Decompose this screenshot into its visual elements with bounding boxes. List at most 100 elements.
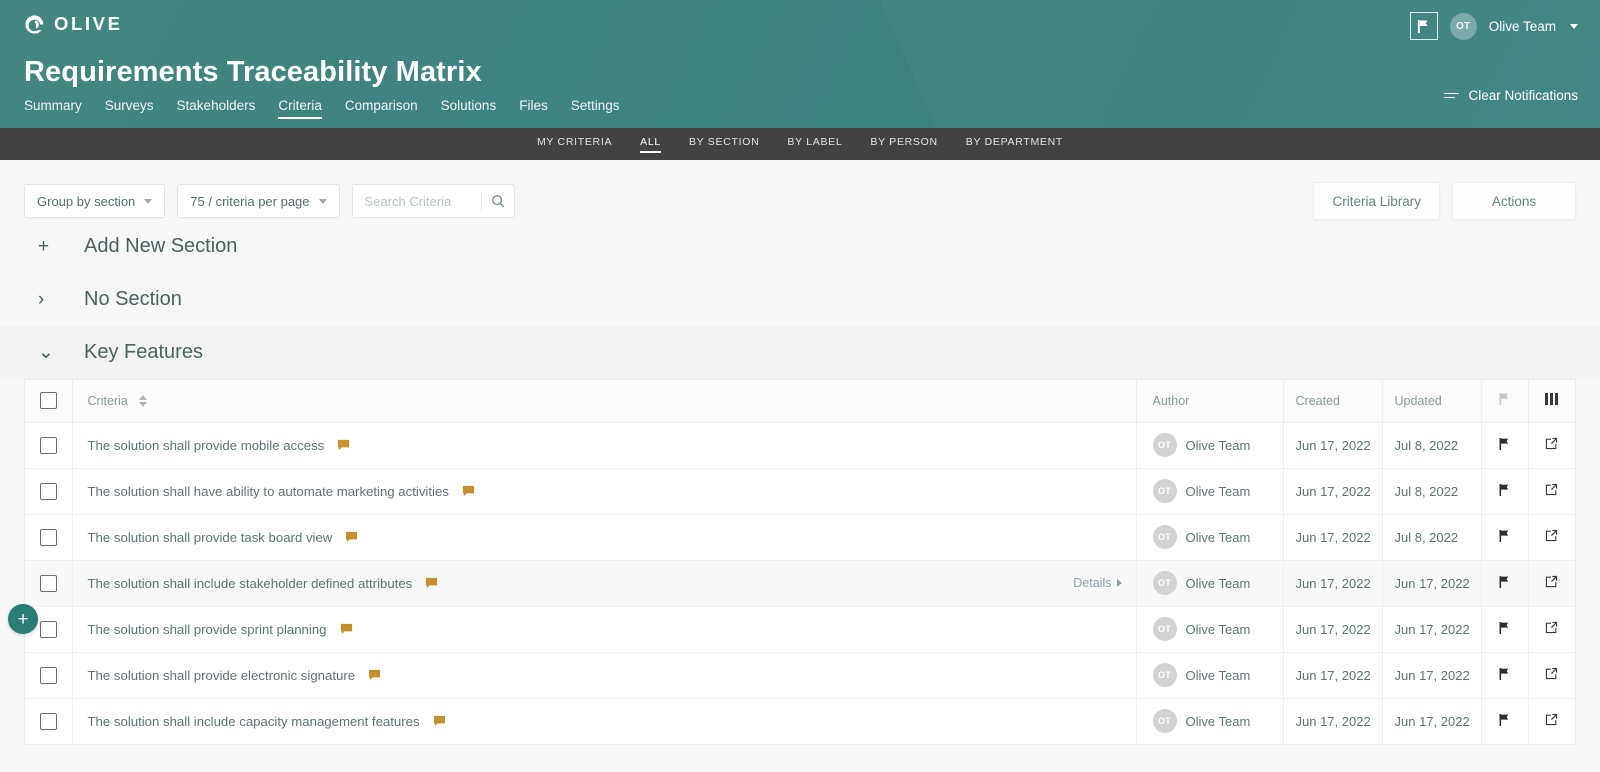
avatar: OT	[1152, 433, 1177, 457]
comment-flag-icon[interactable]	[425, 577, 438, 590]
criteria-column-header[interactable]: Criteria	[72, 380, 1137, 423]
table-row[interactable]: The solution shall provide task board vi…	[25, 514, 1575, 561]
nav-item-files[interactable]: Files	[519, 98, 548, 119]
subnav-item-by-section[interactable]: BY SECTION	[689, 136, 759, 153]
criteria-text[interactable]: The solution shall provide sprint planni…	[88, 622, 327, 637]
subnav-item-all[interactable]: ALL	[640, 136, 661, 153]
per-page-dropdown[interactable]: 75 / criteria per page	[177, 184, 340, 218]
updated-cell: Jun 17, 2022	[1382, 560, 1482, 607]
row-checkbox[interactable]	[39, 482, 57, 500]
nav-item-criteria[interactable]: Criteria	[278, 98, 322, 119]
comment-flag-icon[interactable]	[337, 439, 350, 452]
subnav-item-by-label[interactable]: BY LABEL	[787, 136, 842, 153]
row-flag-cell[interactable]	[1481, 698, 1529, 745]
table-row[interactable]: The solution shall provide electronic si…	[25, 652, 1575, 699]
row-flag-cell[interactable]	[1481, 560, 1529, 607]
row-checkbox[interactable]	[39, 528, 57, 546]
row-select-cell	[25, 560, 73, 607]
nav-item-solutions[interactable]: Solutions	[441, 98, 497, 119]
created-column-header[interactable]: Created	[1283, 380, 1383, 423]
search-criteria-box	[351, 184, 515, 218]
nav-item-surveys[interactable]: Surveys	[105, 98, 154, 119]
search-input[interactable]	[364, 193, 481, 209]
main-nav: Summary Surveys Stakeholders Criteria Co…	[24, 98, 1576, 119]
row-checkbox[interactable]	[39, 574, 57, 592]
external-link-icon	[1546, 437, 1558, 450]
author-column-header[interactable]: Author	[1136, 380, 1284, 423]
row-flag-cell[interactable]	[1481, 606, 1529, 653]
row-open-cell[interactable]	[1528, 606, 1575, 653]
author-cell: OT Olive Team	[1136, 606, 1284, 653]
row-flag-cell[interactable]	[1481, 468, 1529, 515]
table-row[interactable]: The solution shall provide mobile access…	[25, 422, 1575, 469]
row-open-cell[interactable]	[1528, 468, 1575, 515]
user-avatar[interactable]: OT	[1449, 12, 1477, 40]
created-cell: Jun 17, 2022	[1283, 422, 1383, 469]
criteria-text[interactable]: The solution shall provide mobile access	[88, 438, 325, 453]
row-flag-cell[interactable]	[1481, 422, 1529, 469]
brand-logo[interactable]: OLIVE	[24, 13, 123, 35]
flag-toggle-button[interactable]	[1409, 12, 1438, 40]
select-all-checkbox[interactable]	[39, 392, 57, 410]
flag-icon	[1418, 19, 1428, 33]
row-open-cell[interactable]	[1528, 560, 1575, 607]
author-cell: OT Olive Team	[1136, 560, 1284, 607]
table-row[interactable]: The solution shall have ability to autom…	[25, 468, 1575, 515]
section-row-key-features[interactable]: ⌄ Key Features	[0, 326, 1600, 379]
add-criteria-fab[interactable]: +	[8, 604, 38, 634]
avatar: OT	[1152, 525, 1177, 549]
criteria-library-button[interactable]: Criteria Library	[1313, 182, 1440, 220]
comment-flag-icon[interactable]	[345, 531, 358, 544]
row-checkbox[interactable]	[39, 620, 57, 638]
chevron-down-icon[interactable]	[1570, 23, 1578, 29]
subnav-item-my-criteria[interactable]: MY CRITERIA	[537, 136, 612, 153]
search-button[interactable]	[482, 194, 514, 208]
add-new-section-row[interactable]: + Add New Section	[0, 220, 1600, 273]
row-flag-cell[interactable]	[1481, 514, 1529, 561]
row-checkbox[interactable]	[39, 436, 57, 454]
comment-flag-icon[interactable]	[368, 669, 381, 682]
chevron-down-icon	[144, 198, 153, 204]
avatar: OT	[1152, 709, 1177, 733]
criteria-text[interactable]: The solution shall have ability to autom…	[88, 484, 449, 499]
row-open-cell[interactable]	[1528, 652, 1575, 699]
updated-column-header[interactable]: Updated	[1382, 380, 1482, 423]
row-checkbox[interactable]	[39, 712, 57, 730]
nav-item-settings[interactable]: Settings	[571, 98, 620, 119]
comment-flag-icon[interactable]	[462, 485, 475, 498]
group-by-dropdown[interactable]: Group by section	[24, 184, 166, 218]
avatar: OT	[1152, 617, 1177, 641]
row-open-cell[interactable]	[1528, 514, 1575, 561]
row-checkbox[interactable]	[39, 666, 57, 684]
clear-notifications-button[interactable]: Clear Notifications	[1444, 88, 1578, 103]
header-right-controls: OT Olive Team	[1409, 12, 1578, 40]
table-row[interactable]: The solution shall provide sprint planni…	[25, 606, 1575, 653]
sort-icon[interactable]	[139, 395, 148, 408]
subnav-item-by-person[interactable]: BY PERSON	[870, 136, 937, 153]
comment-flag-icon[interactable]	[340, 623, 353, 636]
row-open-cell[interactable]	[1528, 422, 1575, 469]
table-row[interactable]: The solution shall include stakeholder d…	[25, 560, 1575, 607]
section-label-key-features: Key Features	[84, 341, 203, 363]
external-link-icon	[1546, 483, 1558, 496]
user-name-label[interactable]: Olive Team	[1489, 19, 1556, 34]
nav-item-summary[interactable]: Summary	[24, 98, 82, 119]
criteria-text[interactable]: The solution shall provide electronic si…	[88, 668, 356, 683]
nav-item-stakeholders[interactable]: Stakeholders	[177, 98, 256, 119]
table-row[interactable]: The solution shall include capacity mana…	[25, 698, 1575, 745]
section-row-no-section[interactable]: › No Section	[0, 273, 1600, 326]
criteria-text[interactable]: The solution shall provide task board vi…	[88, 530, 333, 545]
row-flag-cell[interactable]	[1481, 652, 1529, 699]
row-open-cell[interactable]	[1528, 698, 1575, 745]
nav-item-comparison[interactable]: Comparison	[345, 98, 418, 119]
author-cell: OT Olive Team	[1136, 698, 1284, 745]
comment-flag-icon[interactable]	[433, 715, 446, 728]
criteria-text[interactable]: The solution shall include capacity mana…	[88, 714, 420, 729]
criteria-text[interactable]: The solution shall include stakeholder d…	[88, 576, 413, 591]
toolbar-right-actions: Criteria Library Actions	[1313, 182, 1576, 220]
actions-dropdown-button[interactable]: Actions	[1452, 182, 1576, 220]
columns-settings-header[interactable]	[1528, 380, 1575, 423]
flag-icon	[1499, 529, 1509, 542]
details-link[interactable]: Details	[1073, 576, 1122, 590]
subnav-item-by-department[interactable]: BY DEPARTMENT	[966, 136, 1063, 153]
